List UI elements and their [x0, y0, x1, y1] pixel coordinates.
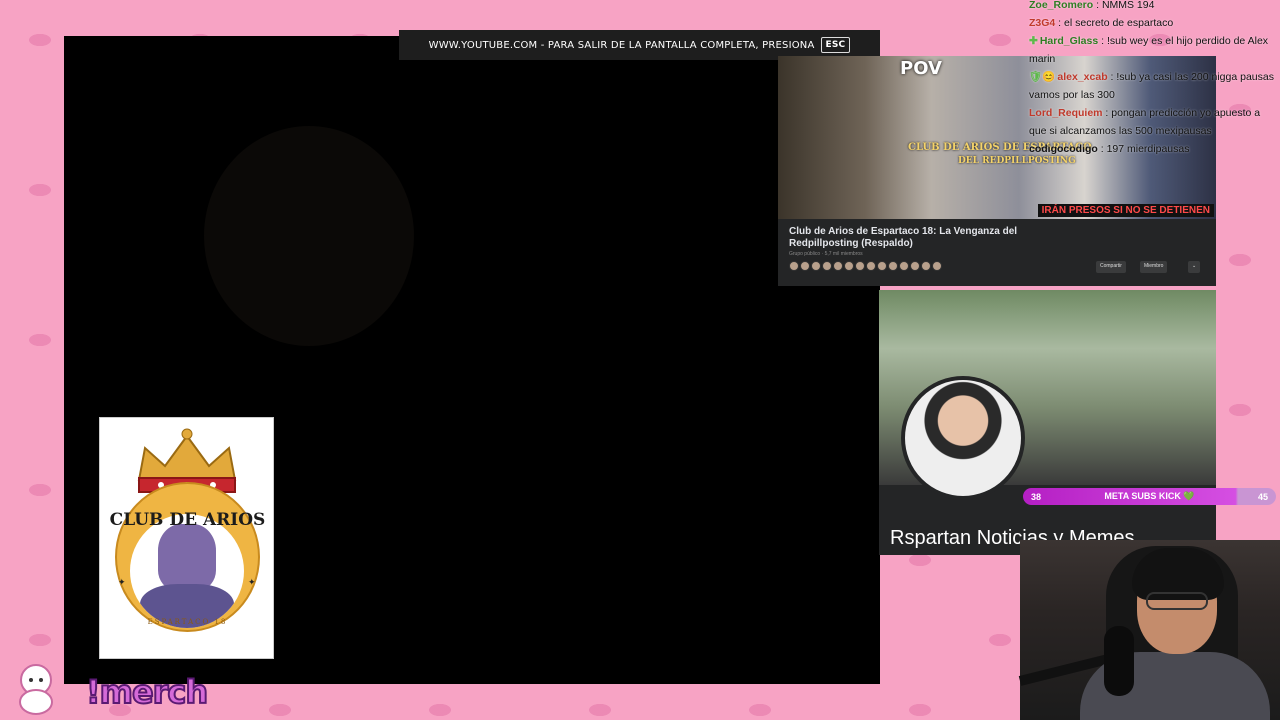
cover-pov-text: POV — [900, 58, 942, 79]
avatar — [811, 261, 821, 271]
avatar — [866, 261, 876, 271]
chat-text: : el secreto de espartaco — [1055, 17, 1174, 29]
chat-username[interactable]: Z3G4 — [1029, 17, 1055, 29]
avatar — [888, 261, 898, 271]
avatar — [844, 261, 854, 271]
glasses-icon — [1146, 592, 1208, 610]
avatar — [932, 261, 942, 271]
more-options-button[interactable]: ⌄ — [1188, 261, 1201, 273]
members-button[interactable]: Miembro — [1140, 261, 1168, 273]
chat-badge-icon: ✚ — [1029, 35, 1038, 47]
chat-message: codigocodigo : 197 mierdipausas — [1029, 140, 1277, 158]
avatar — [822, 261, 832, 271]
goal-current: 38 — [1031, 491, 1042, 502]
chat-username[interactable]: Lord_Requiem — [1029, 107, 1103, 119]
group-title[interactable]: Club de Arios de Espartaco 18: La Vengan… — [789, 226, 1089, 250]
avatar — [921, 261, 931, 271]
fullscreen-notice-text: WWW.YOUTUBE.COM - PARA SALIR DE LA PANTA… — [428, 39, 815, 51]
webcam-feed — [1018, 540, 1280, 720]
goal-target: 45 — [1257, 491, 1268, 502]
chat-username[interactable]: Zoe_Romero — [1029, 0, 1093, 11]
member-avatars — [789, 261, 942, 271]
star-icon: ✦ — [118, 578, 126, 588]
chat-badge-icon: 🛡😊 — [1029, 71, 1056, 83]
stream-chat: Zoe_Romero : NMMS 194 Z3G4 : el secreto d… — [1029, 0, 1277, 158]
avatar — [800, 261, 810, 271]
chat-message: Zoe_Romero : NMMS 194 — [1029, 0, 1277, 14]
avatar — [910, 261, 920, 271]
chat-message: 🛡😊 alex_xcab : !sub ya casi las 200 nigga… — [1029, 68, 1277, 104]
chat-username[interactable]: alex_xcab — [1057, 71, 1107, 83]
chat-message: ✚ Hard_Glass : !sub wey es el hijo perdid… — [1029, 32, 1277, 68]
logo-bottom-text: ESPARTACO 18 — [147, 618, 228, 626]
heart-icon: 💚 — [1183, 491, 1195, 501]
faded-logo-shadow — [204, 126, 414, 346]
merch-command: !merch — [85, 672, 209, 712]
chat-text: : 197 mierdipausas — [1097, 143, 1190, 155]
chat-text: : NMMS 194 — [1093, 0, 1155, 11]
esc-key-badge: ESC — [820, 37, 851, 53]
page-avatar[interactable] — [901, 376, 1025, 500]
logo-top-text: CLUB DE ARIOS — [109, 510, 266, 530]
avatar — [877, 261, 887, 271]
cover-warning-text: IRÁN PRESOS SI NO SE DETIENEN — [1037, 204, 1214, 217]
goal-label: META SUBS KICK 💚 — [1104, 491, 1195, 501]
chat-message: Lord_Requiem : pongan predicción yo apue… — [1029, 104, 1277, 140]
microphone-icon — [1104, 626, 1134, 696]
star-icon: ✦ — [248, 578, 256, 588]
avatar — [833, 261, 843, 271]
avatar — [899, 261, 909, 271]
avatar — [789, 261, 799, 271]
share-button[interactable]: Compartir — [1096, 261, 1126, 273]
chat-username[interactable]: codigocodigo — [1029, 143, 1098, 155]
logo-portrait — [130, 514, 244, 628]
subs-goal-bar: 38 META SUBS KICK 💚 45 — [1023, 488, 1276, 505]
avatar — [855, 261, 865, 271]
club-logo: CLUB DE ARIOS ESPARTACO 18 ✦ ✦ — [99, 417, 274, 659]
page-profile-card[interactable]: Rspartan Noticias y Memes — [879, 290, 1216, 555]
chat-username[interactable]: Hard_Glass — [1040, 35, 1098, 47]
sheep-mascot-icon — [19, 664, 53, 715]
group-meta: Grupo público · 5,7 mil miembros — [789, 251, 863, 257]
chat-message: Z3G4 : el secreto de espartaco — [1029, 14, 1277, 32]
